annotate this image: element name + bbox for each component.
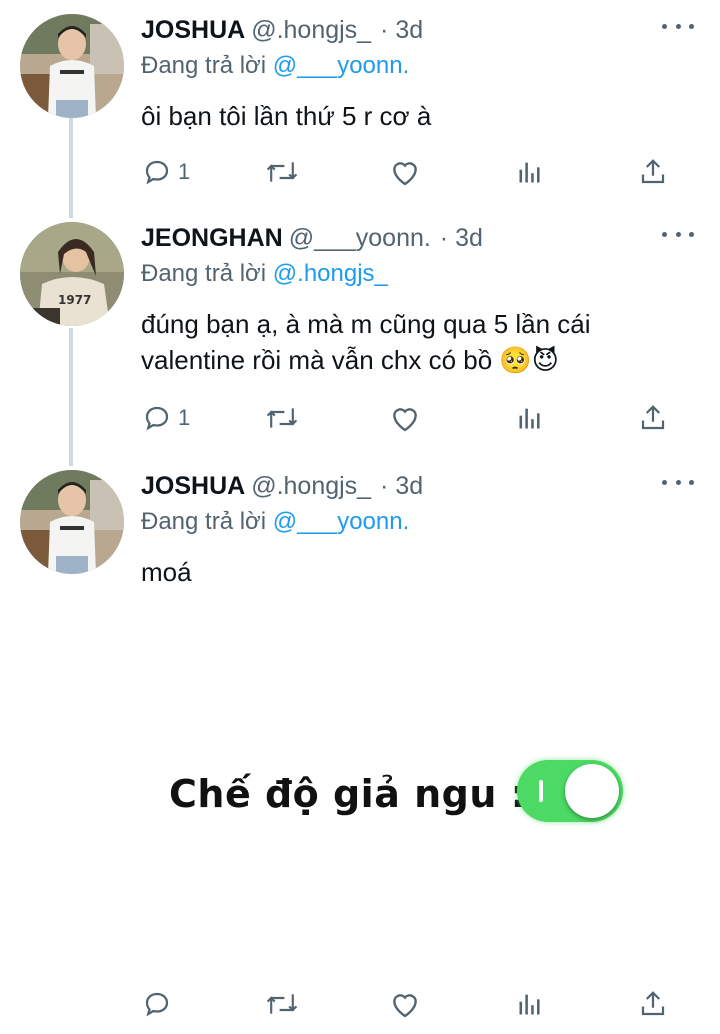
user-handle[interactable]: @.hongjs_: [251, 16, 371, 44]
meme-image[interactable]: Chế độ giả ngu :: [165, 752, 635, 842]
retweet-icon: [266, 994, 298, 1014]
replying-to: Đang trả lời @___yoonn.: [141, 52, 409, 80]
avatar[interactable]: [20, 14, 124, 118]
share-button[interactable]: [638, 984, 668, 1024]
retweet-button[interactable]: [264, 398, 300, 438]
tweet[interactable]: JOSHUA @.hongjs_ · 3d Đang trả lời @___yo…: [0, 14, 720, 204]
tweet-text: moá: [141, 557, 192, 587]
tweet-text: ôi bạn tôi lần thứ 5 r cơ à: [141, 101, 432, 131]
like-button[interactable]: [389, 398, 421, 438]
like-icon: [393, 994, 417, 1018]
tweet-text-line: valentine rồi mà vẫn chx có bồ 🥺😈: [141, 345, 559, 375]
replying-to: Đang trả lời @___yoonn.: [141, 508, 409, 536]
analytics-button[interactable]: [516, 152, 544, 192]
toggle-on-indicator: [539, 780, 543, 802]
share-button[interactable]: [638, 398, 668, 438]
retweet-button[interactable]: [264, 152, 300, 192]
reply-count: 1: [178, 405, 191, 430]
retweet-icon: [266, 162, 298, 182]
analytics-icon: [519, 994, 540, 1015]
tweet[interactable]: 1977 JEONGHAN @___yoonn. · 3d Đang trả lờ…: [0, 222, 720, 452]
retweet-button[interactable]: [264, 984, 300, 1024]
tweet-actions: 1: [0, 398, 720, 438]
user-handle[interactable]: @.hongjs_: [251, 472, 371, 500]
more-options-icon[interactable]: [662, 222, 694, 246]
toggle-knob: [565, 764, 619, 818]
display-name[interactable]: JOSHUA: [141, 16, 245, 44]
like-icon: [393, 162, 417, 186]
like-button[interactable]: [389, 152, 421, 192]
toggle-switch: [517, 760, 623, 822]
like-icon: [393, 408, 417, 432]
reply-icon: [145, 992, 169, 1017]
share-button[interactable]: [638, 152, 668, 192]
reply-button[interactable]: 1: [142, 398, 190, 438]
mention-link[interactable]: @.hongjs_: [273, 260, 388, 287]
avatar[interactable]: [20, 470, 124, 574]
replying-to-label: Đang trả lời: [141, 260, 267, 287]
retweet-icon: [266, 408, 298, 428]
analytics-icon: [519, 162, 540, 183]
tweet-header: JOSHUA @.hongjs_ · 3d: [141, 472, 423, 501]
analytics-button[interactable]: [516, 398, 544, 438]
reply-icon: [145, 406, 169, 431]
replying-to-label: Đang trả lời: [141, 508, 267, 535]
mention-link[interactable]: @___yoonn.: [273, 52, 409, 79]
share-icon: [641, 991, 665, 1016]
more-options-icon[interactable]: [662, 14, 694, 38]
tweet-actions: 1: [0, 152, 720, 192]
reply-count: 1: [178, 159, 191, 184]
meme-caption: Chế độ giả ngu :: [169, 772, 527, 816]
replying-to-label: Đang trả lời: [141, 52, 267, 79]
mention-link[interactable]: @___yoonn.: [273, 508, 409, 535]
analytics-button[interactable]: [516, 984, 544, 1024]
timestamp[interactable]: · 3d: [380, 472, 423, 500]
replying-to: Đang trả lời @.hongjs_: [141, 260, 388, 288]
tweet-header: JOSHUA @.hongjs_ · 3d: [141, 16, 423, 45]
like-button[interactable]: [389, 984, 421, 1024]
user-handle[interactable]: @___yoonn.: [289, 224, 431, 252]
analytics-icon: [519, 408, 540, 429]
tweet-header: JEONGHAN @___yoonn. · 3d: [141, 224, 483, 253]
tweet-actions: [0, 984, 720, 1024]
timestamp[interactable]: · 3d: [380, 16, 423, 44]
reply-button[interactable]: 1: [142, 152, 190, 192]
share-icon: [641, 405, 665, 430]
more-options-icon[interactable]: [662, 470, 694, 494]
display-name[interactable]: JOSHUA: [141, 472, 245, 500]
avatar[interactable]: 1977: [20, 222, 124, 326]
svg-text:1977: 1977: [58, 293, 91, 307]
tweet-text: đúng bạn ạ, à mà m cũng qua 5 lần cái va…: [141, 306, 641, 378]
timestamp[interactable]: · 3d: [440, 224, 483, 252]
reply-button[interactable]: [142, 984, 178, 1024]
share-icon: [641, 159, 665, 184]
reply-icon: [145, 160, 169, 185]
display-name[interactable]: JEONGHAN: [141, 224, 283, 252]
tweet[interactable]: JOSHUA @.hongjs_ · 3d Đang trả lời @___yo…: [0, 470, 720, 1030]
tweet-text-line: đúng bạn ạ, à mà m cũng qua 5 lần cái: [141, 309, 591, 339]
